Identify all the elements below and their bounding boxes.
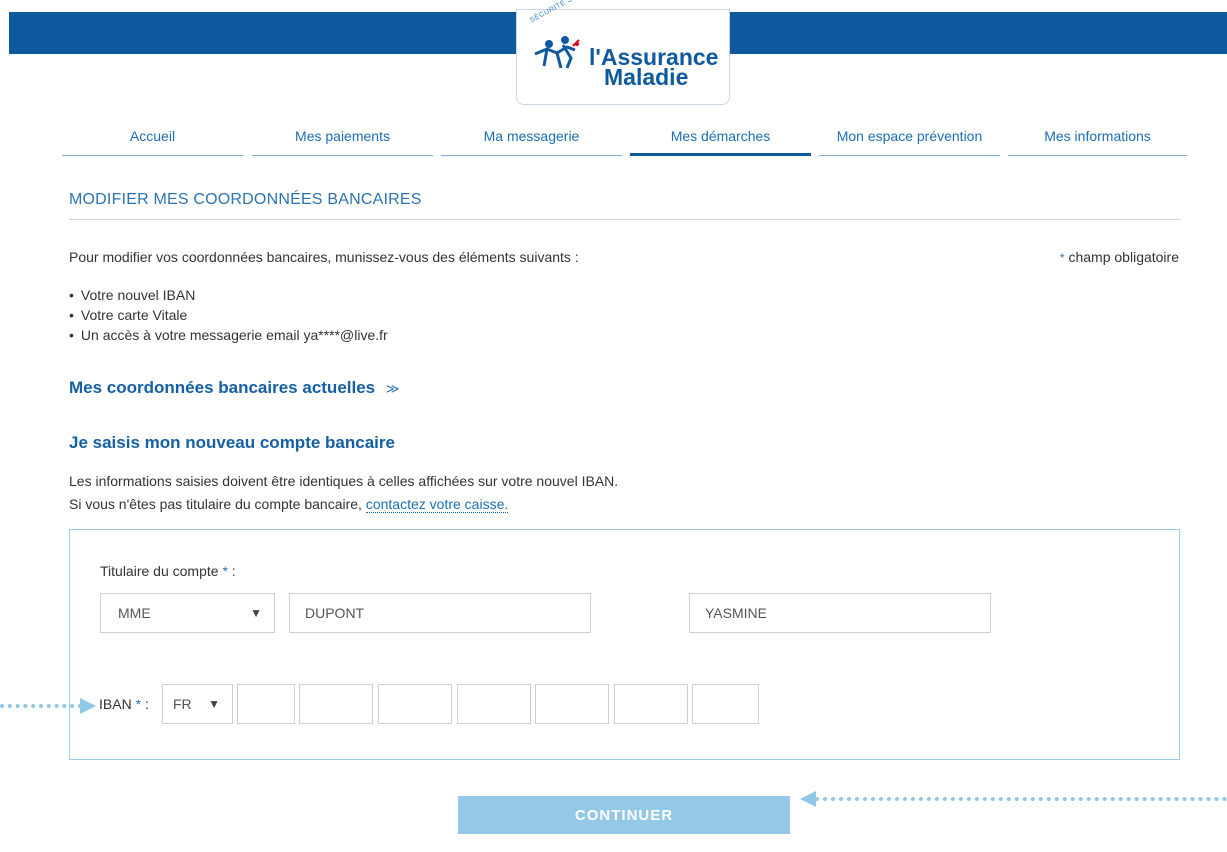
iban-segment-input[interactable] bbox=[614, 684, 688, 724]
intro-text: Pour modifier vos coordonnées bancaires,… bbox=[69, 249, 579, 265]
nav-tab-ma-messagerie[interactable]: Ma messagerie bbox=[441, 128, 622, 156]
iban-segment-input[interactable] bbox=[457, 684, 531, 724]
info-text-2-prefix: Si vous n'êtes pas titulaire du compte b… bbox=[69, 496, 366, 512]
new-account-heading: Je saisis mon nouveau compte bancaire bbox=[69, 433, 395, 452]
nav-tab-mes-informations[interactable]: Mes informations bbox=[1008, 128, 1187, 156]
iban-country-value: FR bbox=[173, 696, 192, 712]
page-title: MODIFIER MES COORDONNÉES BANCAIRES bbox=[69, 191, 422, 208]
nav-tab-mes-demarches[interactable]: Mes démarches bbox=[630, 128, 811, 156]
iban-segment-input[interactable] bbox=[535, 684, 609, 724]
iban-segment-input[interactable] bbox=[237, 684, 295, 724]
dropdown-arrow-icon: ▼ bbox=[250, 606, 262, 620]
current-accounts-label: Mes coordonnées bancaires actuelles bbox=[69, 378, 376, 397]
iban-country-select[interactable]: FR ▼ bbox=[162, 684, 233, 724]
nav-tab-accueil[interactable]: Accueil bbox=[62, 128, 243, 156]
logo-line2: Maladie bbox=[604, 64, 689, 90]
chevron-down-icon: ≫ bbox=[385, 381, 400, 396]
iban-segment-input[interactable] bbox=[692, 684, 759, 724]
nav-tab-mes-paiements[interactable]: Mes paiements bbox=[252, 128, 433, 156]
info-text-1: Les informations saisies doivent être id… bbox=[69, 473, 619, 489]
pointer-arrow-left-icon bbox=[800, 791, 816, 807]
iban-segment-input[interactable] bbox=[299, 684, 373, 724]
logo-figures-icon bbox=[534, 36, 580, 69]
holder-label: Titulaire du compte * : bbox=[100, 563, 236, 579]
contact-caisse-link[interactable]: contactez votre caisse. bbox=[365, 496, 509, 513]
current-accounts-toggle[interactable]: Mes coordonnées bancaires actuelles ≫ bbox=[69, 378, 399, 398]
logo-wordmark: l'Assurance Maladie bbox=[589, 46, 729, 90]
list-item: Un accès à votre messagerie email ya****… bbox=[69, 326, 388, 346]
nav-tab-mon-espace-prevention[interactable]: Mon espace prévention bbox=[819, 128, 1000, 156]
civilite-value: MME bbox=[118, 605, 151, 621]
pointer-arrow-right-icon bbox=[80, 698, 96, 714]
iban-label-text: IBAN bbox=[99, 696, 132, 712]
info-text-2: Si vous n'êtes pas titulaire du compte b… bbox=[69, 496, 509, 513]
civilite-select[interactable]: MME ▼ bbox=[100, 593, 275, 633]
pointer-line-left bbox=[0, 704, 82, 708]
brand-logo[interactable]: SÉCURITÉ SOCIALE l'Assurance Maladie bbox=[516, 0, 730, 105]
list-item: Votre nouvel IBAN bbox=[69, 286, 388, 306]
pointer-line-right bbox=[815, 797, 1227, 801]
iban-label: IBAN * : bbox=[99, 696, 149, 712]
main-nav: Accueil Mes paiements Ma messagerie Mes … bbox=[62, 128, 1187, 156]
required-star: * bbox=[222, 563, 228, 579]
holder-label-text: Titulaire du compte bbox=[100, 563, 219, 579]
nom-input[interactable]: DUPONT bbox=[289, 593, 591, 633]
dropdown-arrow-icon: ▼ bbox=[208, 697, 220, 711]
continue-button[interactable]: CONTINUER bbox=[458, 796, 790, 834]
required-note-text: champ obligatoire bbox=[1068, 249, 1179, 265]
title-divider bbox=[69, 219, 1181, 220]
iban-segment-input[interactable] bbox=[378, 684, 452, 724]
required-note: * champ obligatoire bbox=[1060, 249, 1179, 265]
requirements-list: Votre nouvel IBAN Votre carte Vitale Un … bbox=[69, 286, 388, 346]
list-item: Votre carte Vitale bbox=[69, 306, 388, 326]
required-star: * bbox=[1059, 251, 1065, 265]
prenom-input[interactable]: YASMINE bbox=[689, 593, 991, 633]
required-star: * bbox=[135, 696, 142, 712]
